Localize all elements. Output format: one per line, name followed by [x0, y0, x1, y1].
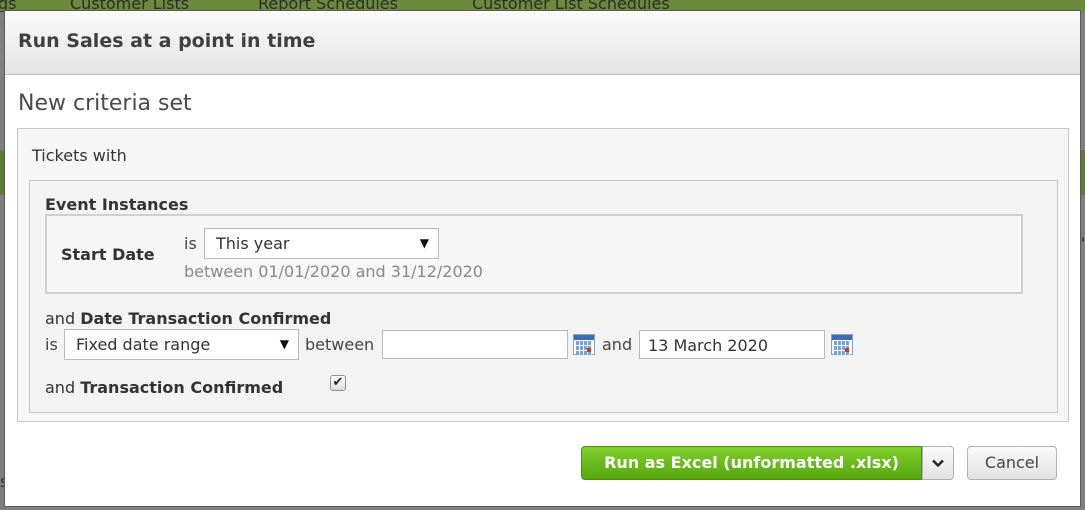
cancel-button[interactable]: Cancel	[967, 446, 1057, 480]
run-report-dialog: Run Sales at a point in time New criteri…	[4, 10, 1081, 507]
date-confirmed-range-value: Fixed date range	[76, 335, 211, 354]
run-options-dropdown-button[interactable]	[922, 446, 954, 480]
chevron-down-icon	[932, 459, 944, 467]
start-date-range-select[interactable]: This year ▼	[204, 228, 439, 259]
criteria-group: Event Instances Start Date is This year …	[29, 180, 1058, 413]
transaction-confirmed-label: Transaction Confirmed	[80, 378, 284, 397]
run-as-excel-button[interactable]: Run as Excel (unformatted .xlsx)	[581, 446, 922, 480]
start-date-criterion: Start Date is This year ▼ between 01/01/…	[45, 214, 1023, 294]
criteria-set-title: New criteria set	[18, 91, 192, 116]
tickets-with-label: Tickets with	[32, 146, 127, 165]
between-label: between	[305, 335, 375, 354]
checkmark-icon: ✔	[332, 375, 344, 390]
event-instances-heading: Event Instances	[45, 195, 189, 214]
dialog-title: Run Sales at a point in time	[5, 11, 1080, 75]
background-text: '	[1080, 236, 1085, 252]
date-confirmed-range-select[interactable]: Fixed date range ▼	[64, 329, 299, 360]
transaction-confirmed-checkbox[interactable]: ✔	[330, 375, 346, 391]
date-transaction-confirmed-label: Date Transaction Confirmed	[80, 309, 332, 328]
is-label: is	[184, 234, 197, 253]
and-label: and	[602, 335, 633, 354]
and-prefix: and	[45, 378, 76, 397]
and-prefix: and	[45, 309, 76, 328]
dropdown-arrow-icon: ▼	[279, 337, 289, 351]
dropdown-arrow-icon: ▼	[419, 236, 429, 250]
start-date-label: Start Date	[61, 245, 155, 264]
date-to-input[interactable]: 13 March 2020	[639, 330, 825, 359]
date-from-input[interactable]	[382, 330, 568, 359]
calendar-icon[interactable]	[831, 334, 853, 355]
start-date-range-value: This year	[216, 234, 290, 253]
criteria-panel: Tickets with Event Instances Start Date …	[17, 128, 1069, 422]
calendar-icon[interactable]	[573, 334, 595, 355]
start-date-range-hint: between 01/01/2020 and 31/12/2020	[184, 262, 483, 281]
transaction-confirmed-heading: and Transaction Confirmed	[45, 378, 283, 397]
date-transaction-confirmed-heading: and Date Transaction Confirmed	[45, 309, 331, 328]
is-label: is	[45, 335, 58, 354]
